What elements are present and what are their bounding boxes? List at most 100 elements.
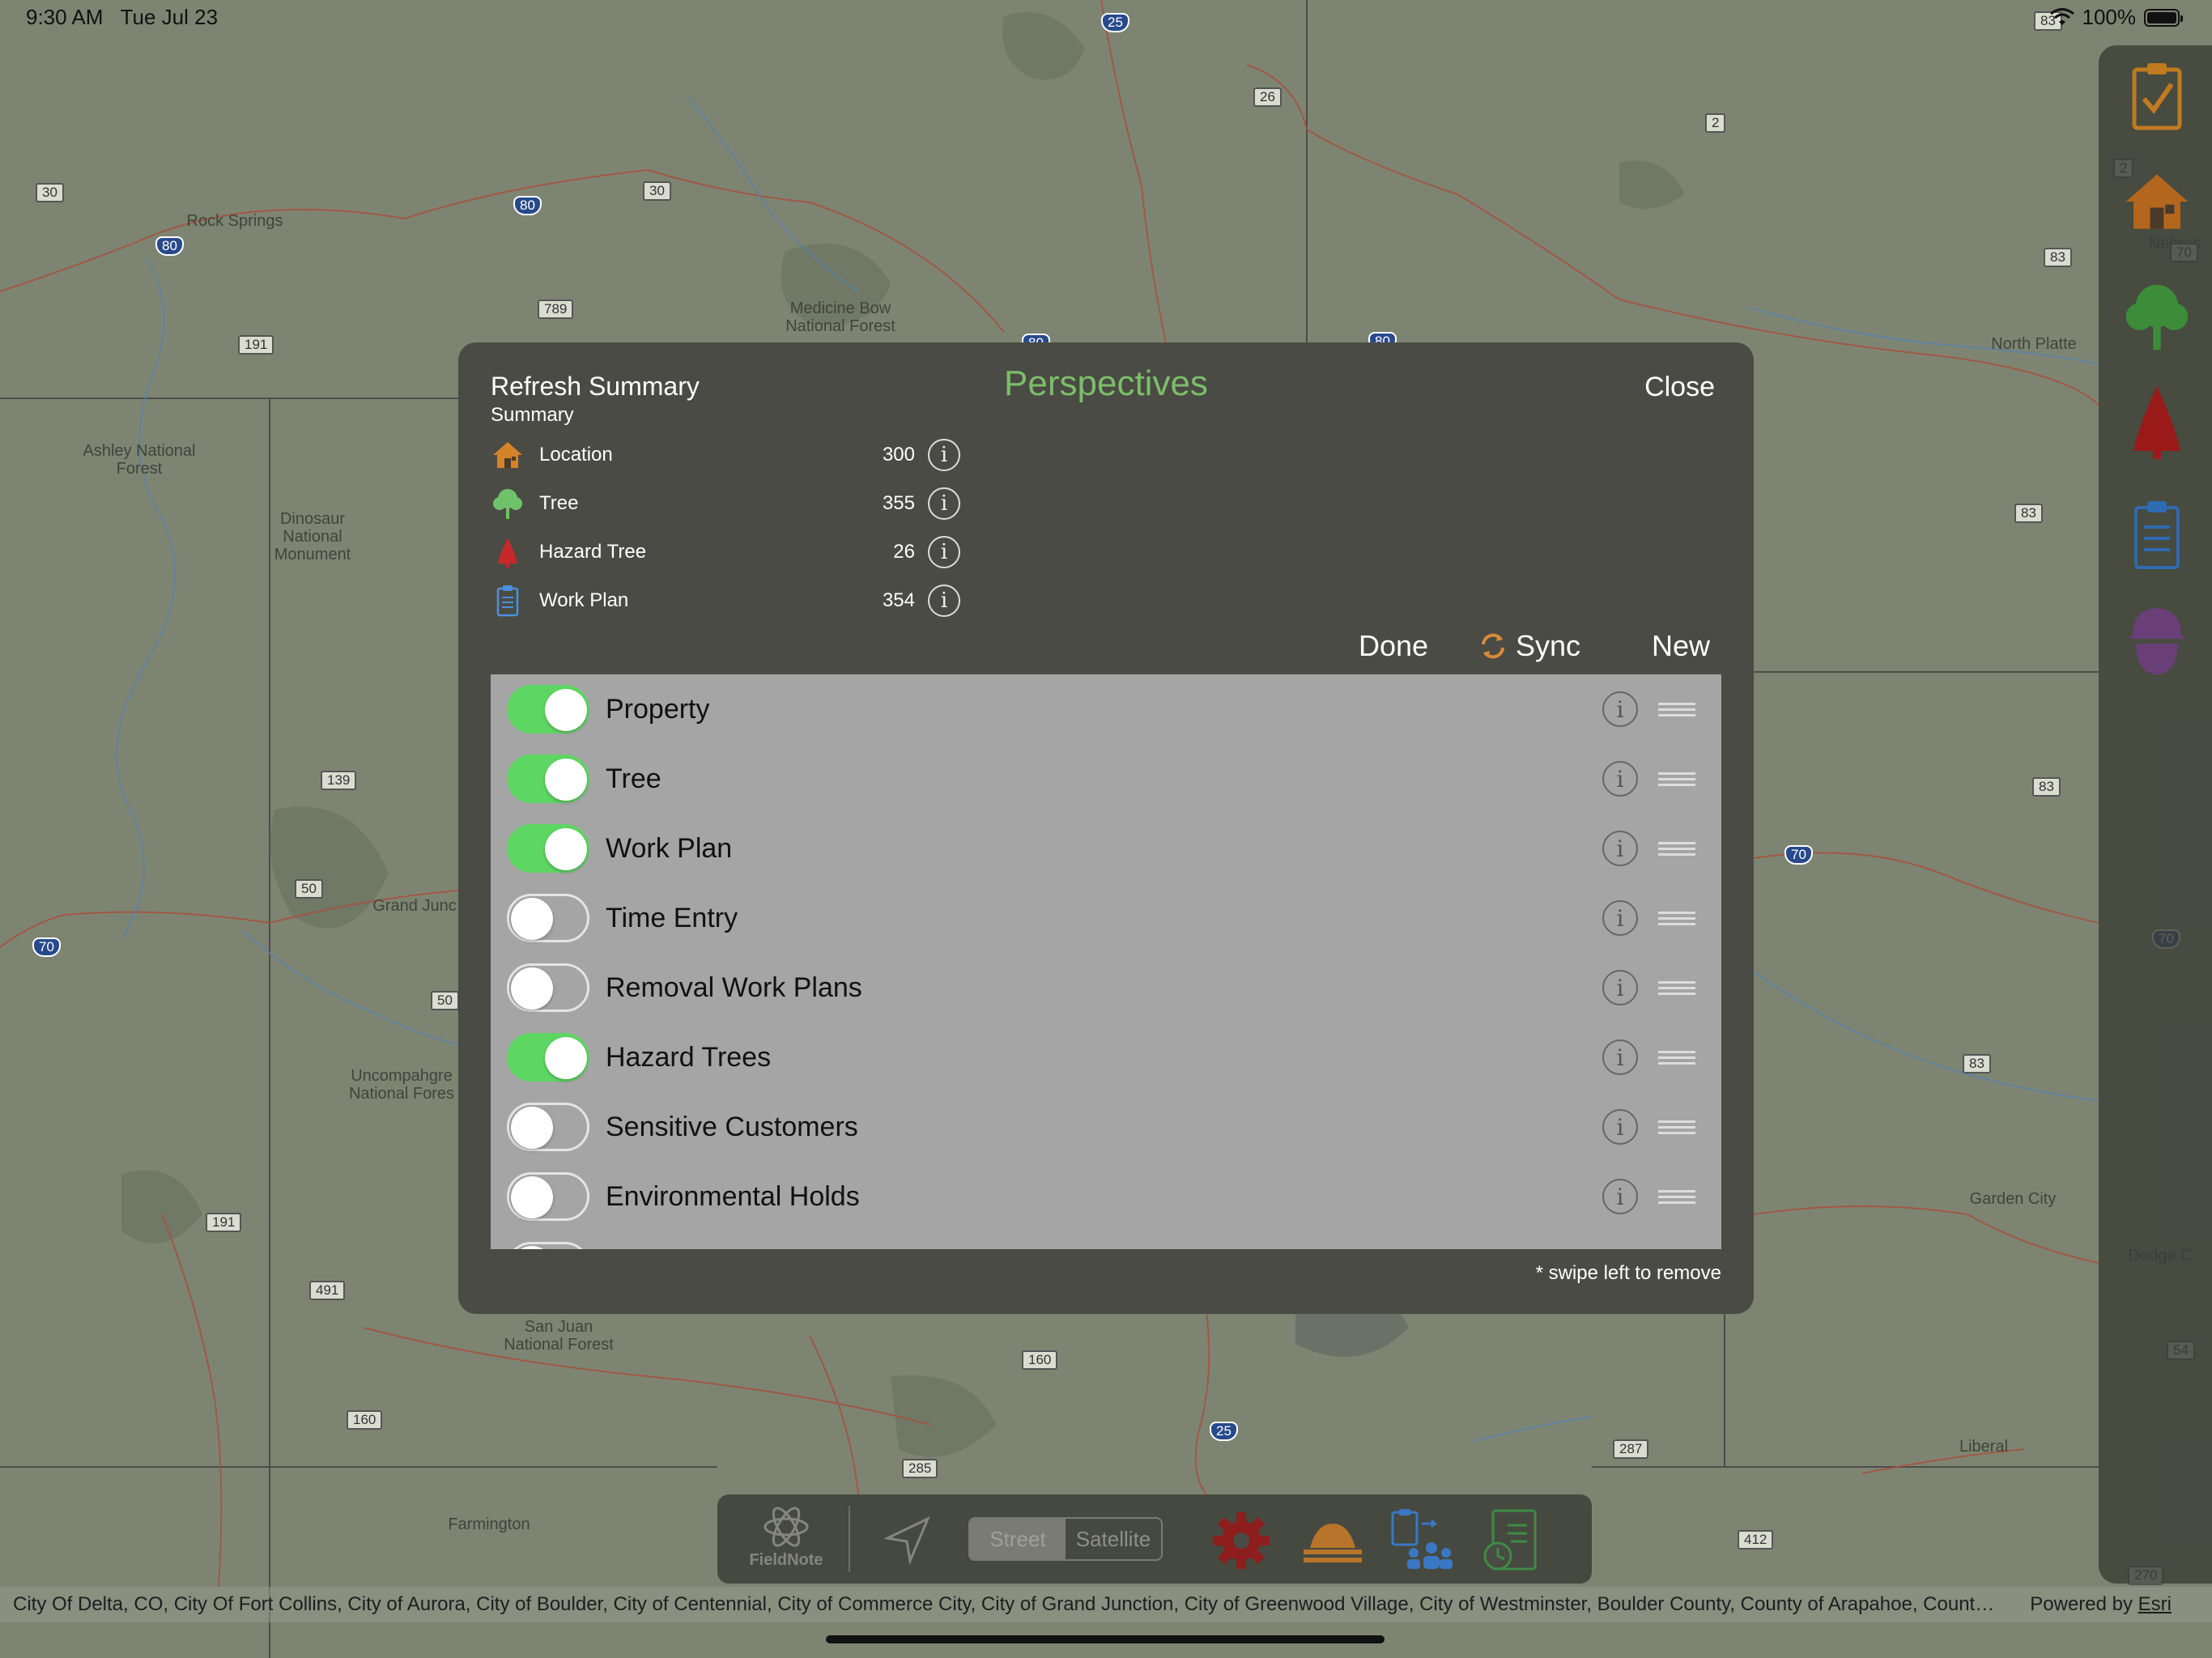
hazard-tree-icon — [2133, 386, 2180, 459]
esri-link[interactable]: Esri — [2138, 1593, 2172, 1615]
list-item[interactable]: Work Plan i — [491, 814, 1721, 883]
perspective-toggle[interactable] — [507, 963, 589, 1012]
basemap-segmented-control[interactable]: Street Satellite — [968, 1517, 1163, 1561]
settings-button[interactable] — [1211, 1511, 1271, 1571]
info-icon[interactable]: i — [928, 487, 960, 520]
summary-count: 354 — [882, 589, 915, 611]
perspective-toggle[interactable] — [507, 1033, 589, 1082]
map-place-label: Rock Springs — [186, 212, 283, 230]
map-place-label: Garden City — [1969, 1190, 2057, 1208]
location-layer-button[interactable] — [2123, 165, 2191, 238]
hazard-tree-layer-button[interactable] — [2123, 385, 2191, 459]
perspective-toggle[interactable] — [507, 894, 589, 942]
time-clipboard-icon — [1483, 1509, 1537, 1571]
info-icon[interactable]: i — [1602, 970, 1638, 1005]
drag-handle-icon[interactable] — [1658, 908, 1695, 929]
perspective-toggle[interactable] — [507, 755, 589, 803]
perspective-toggle[interactable] — [507, 685, 589, 733]
list-item[interactable]: Hazard Trees i — [491, 1022, 1721, 1092]
perspective-toggle[interactable] — [507, 1172, 589, 1221]
dialog-title: Perspectives — [1004, 363, 1208, 403]
done-button[interactable]: Done — [1359, 629, 1428, 663]
info-icon[interactable]: i — [1602, 831, 1638, 866]
summary-label: Work Plan — [539, 589, 629, 611]
perspective-toggle-partial[interactable] — [507, 1242, 589, 1249]
map-place-label: Uncompahgre National Fores — [348, 1067, 455, 1103]
perspectives-list[interactable]: Property i Tree i Work Plan i Time Entry… — [491, 674, 1721, 1249]
layer-sidebar — [2099, 45, 2212, 1584]
assignments-button[interactable] — [1389, 1506, 1454, 1574]
map-attribution: City Of Delta, CO, City Of Fort Collins,… — [0, 1587, 2212, 1622]
summary-count: 300 — [882, 444, 915, 466]
route-shield: 80 — [155, 236, 184, 256]
drag-handle-icon[interactable] — [1658, 1187, 1695, 1207]
drag-handle-icon[interactable] — [1658, 699, 1695, 720]
route-shield: 83 — [2044, 248, 2072, 267]
list-item-partial[interactable] — [491, 1231, 1721, 1249]
status-indicators: 100% — [2049, 5, 2183, 30]
info-icon[interactable]: i — [1602, 1109, 1638, 1145]
drag-handle-icon[interactable] — [1658, 839, 1695, 859]
perspective-toggle[interactable] — [507, 824, 589, 873]
info-icon[interactable]: i — [1602, 900, 1638, 936]
location-arrow-icon — [883, 1516, 930, 1566]
sync-button[interactable]: Sync — [1478, 629, 1580, 663]
info-icon[interactable]: i — [928, 439, 960, 471]
time-entry-button[interactable] — [1478, 1506, 1543, 1574]
task-clipboard-button[interactable] — [2123, 60, 2191, 133]
info-icon[interactable]: i — [1602, 1179, 1638, 1214]
info-icon[interactable]: i — [1602, 691, 1638, 727]
status-time: 9:30 AM Tue Jul 23 — [26, 5, 219, 29]
fieldnote-label: FieldNote — [749, 1551, 823, 1569]
powered-by-prefix: Powered by — [2030, 1593, 2138, 1615]
map-place-label: San Juan National Forest — [504, 1318, 614, 1354]
route-shield: 139 — [321, 771, 357, 790]
new-label: New — [1652, 629, 1711, 662]
work-plan-layer-button[interactable] — [2123, 499, 2191, 572]
perspective-toggle[interactable] — [507, 1103, 589, 1151]
route-shield: 70 — [1784, 845, 1813, 865]
perspectives-dialog: Refresh Summary Summary Perspectives Clo… — [458, 342, 1754, 1314]
close-button[interactable]: Close — [1644, 372, 1715, 403]
route-shield: 25 — [1101, 13, 1129, 32]
drag-handle-icon[interactable] — [1658, 1117, 1695, 1137]
street-segment[interactable]: Street — [970, 1519, 1066, 1559]
summary-subtitle: Summary — [491, 404, 574, 426]
satellite-segment[interactable]: Satellite — [1066, 1519, 1161, 1559]
list-item[interactable]: Removal Work Plans i — [491, 953, 1721, 1022]
locate-button[interactable] — [879, 1512, 936, 1569]
new-button[interactable]: New — [1652, 629, 1710, 663]
summary-row-work-plan: Work Plan 354 i — [491, 580, 960, 621]
route-shield: 285 — [902, 1459, 938, 1478]
clipboard-icon — [491, 584, 525, 618]
drag-handle-icon[interactable] — [1658, 1048, 1695, 1068]
layers-button[interactable] — [1300, 1516, 1365, 1567]
toolbar-divider — [849, 1506, 850, 1572]
map-place-label: Dinosaur National Monument — [274, 510, 351, 563]
task-clipboard-icon — [2132, 63, 2182, 130]
list-item[interactable]: Environmental Holds i — [491, 1162, 1721, 1231]
summary-count: 26 — [893, 541, 915, 563]
info-icon[interactable]: i — [1602, 761, 1638, 797]
gear-icon — [1213, 1512, 1270, 1569]
home-indicator[interactable] — [826, 1635, 1385, 1643]
list-item[interactable]: Time Entry i — [491, 883, 1721, 953]
fieldnote-logo-button[interactable]: FieldNote — [742, 1503, 831, 1577]
tree-icon — [491, 487, 525, 521]
worker-layer-button[interactable] — [2123, 604, 2191, 677]
perspective-name: Time Entry — [606, 902, 738, 933]
drag-handle-icon[interactable] — [1658, 769, 1695, 789]
status-date: Tue Jul 23 — [120, 5, 219, 29]
info-icon[interactable]: i — [928, 536, 960, 568]
info-icon[interactable]: i — [928, 585, 960, 617]
list-item[interactable]: Sensitive Customers i — [491, 1092, 1721, 1162]
route-shield: 83 — [2032, 777, 2061, 797]
route-shield: 50 — [431, 991, 459, 1010]
route-shield: 2 — [1705, 113, 1726, 133]
tree-layer-button[interactable] — [2123, 280, 2191, 353]
drag-handle-icon[interactable] — [1658, 978, 1695, 998]
route-shield: 80 — [513, 196, 542, 215]
info-icon[interactable]: i — [1602, 1039, 1638, 1075]
list-item[interactable]: Property i — [491, 674, 1721, 744]
list-item[interactable]: Tree i — [491, 744, 1721, 814]
